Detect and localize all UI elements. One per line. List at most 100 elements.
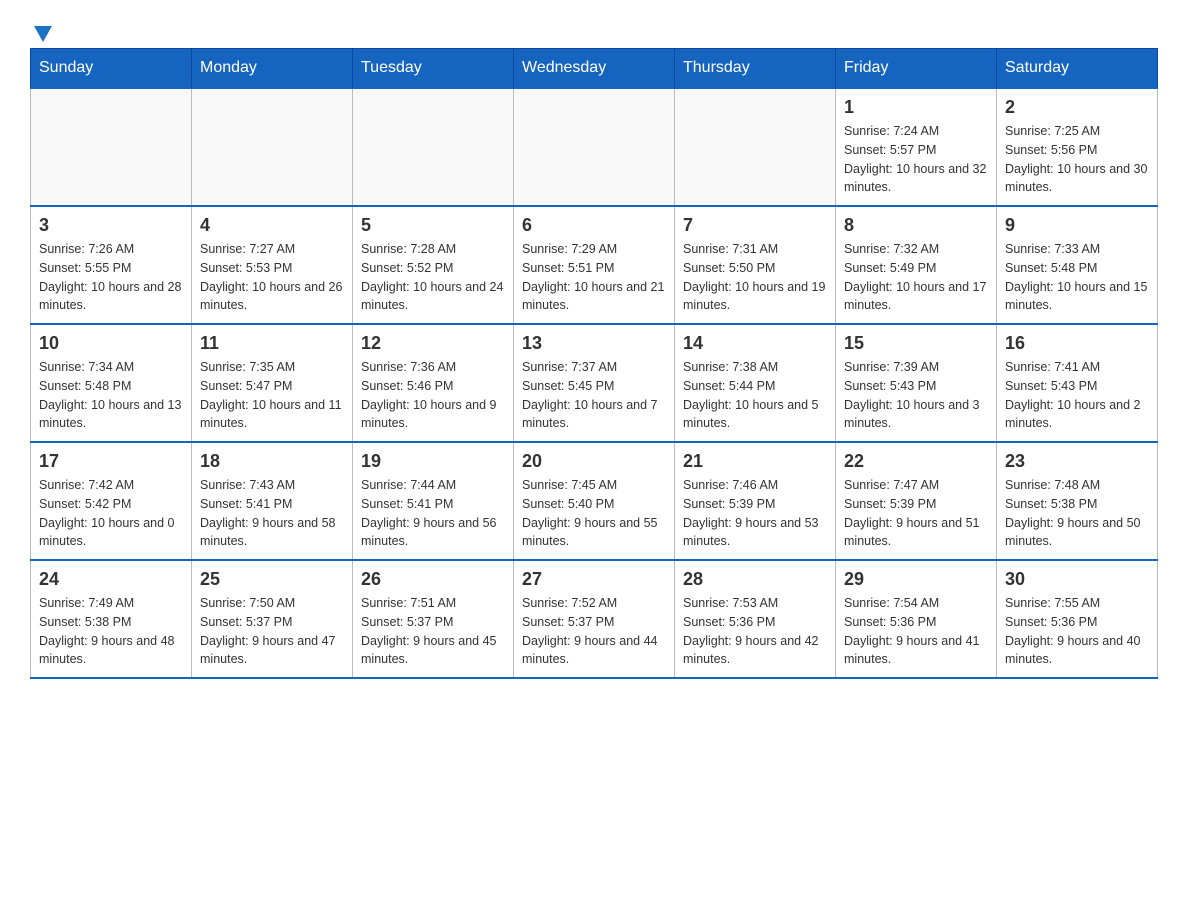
calendar-week-row: 1 Sunrise: 7:24 AM Sunset: 5:57 PM Daylig… [31, 88, 1158, 206]
calendar-cell: 1 Sunrise: 7:24 AM Sunset: 5:57 PM Daylig… [836, 88, 997, 206]
calendar-cell: 22 Sunrise: 7:47 AM Sunset: 5:39 PM Dayli… [836, 442, 997, 560]
calendar-cell: 19 Sunrise: 7:44 AM Sunset: 5:41 PM Dayli… [353, 442, 514, 560]
day-info: Sunrise: 7:45 AM Sunset: 5:40 PM Dayligh… [522, 476, 666, 551]
day-number: 30 [1005, 569, 1149, 590]
day-info: Sunrise: 7:41 AM Sunset: 5:43 PM Dayligh… [1005, 358, 1149, 433]
calendar-cell: 9 Sunrise: 7:33 AM Sunset: 5:48 PM Daylig… [997, 206, 1158, 324]
calendar-cell [514, 88, 675, 206]
day-info: Sunrise: 7:47 AM Sunset: 5:39 PM Dayligh… [844, 476, 988, 551]
page-header [30, 20, 1158, 38]
day-number: 8 [844, 215, 988, 236]
day-number: 14 [683, 333, 827, 354]
day-number: 2 [1005, 97, 1149, 118]
calendar-cell: 4 Sunrise: 7:27 AM Sunset: 5:53 PM Daylig… [192, 206, 353, 324]
calendar-cell: 8Sunrise: 7:32 AM Sunset: 5:49 PM Daylig… [836, 206, 997, 324]
day-number: 16 [1005, 333, 1149, 354]
day-info: Sunrise: 7:48 AM Sunset: 5:38 PM Dayligh… [1005, 476, 1149, 551]
day-number: 22 [844, 451, 988, 472]
calendar-header-row: SundayMondayTuesdayWednesdayThursdayFrid… [31, 49, 1158, 89]
day-info: Sunrise: 7:37 AM Sunset: 5:45 PM Dayligh… [522, 358, 666, 433]
calendar-cell: 13 Sunrise: 7:37 AM Sunset: 5:45 PM Dayli… [514, 324, 675, 442]
calendar-header-thursday: Thursday [675, 49, 836, 89]
logo-triangle-icon [32, 22, 54, 44]
calendar-table: SundayMondayTuesdayWednesdayThursdayFrid… [30, 48, 1158, 679]
day-number: 10 [39, 333, 183, 354]
calendar-cell [31, 88, 192, 206]
calendar-cell: 23 Sunrise: 7:48 AM Sunset: 5:38 PM Dayli… [997, 442, 1158, 560]
calendar-week-row: 3 Sunrise: 7:26 AM Sunset: 5:55 PM Daylig… [31, 206, 1158, 324]
calendar-week-row: 17 Sunrise: 7:42 AM Sunset: 5:42 PM Dayli… [31, 442, 1158, 560]
day-number: 3 [39, 215, 183, 236]
day-number: 24 [39, 569, 183, 590]
calendar-cell [675, 88, 836, 206]
day-number: 21 [683, 451, 827, 472]
day-info: Sunrise: 7:38 AM Sunset: 5:44 PM Dayligh… [683, 358, 827, 433]
day-number: 11 [200, 333, 344, 354]
day-number: 6 [522, 215, 666, 236]
day-info: Sunrise: 7:42 AM Sunset: 5:42 PM Dayligh… [39, 476, 183, 551]
day-info: Sunrise: 7:51 AM Sunset: 5:37 PM Dayligh… [361, 594, 505, 669]
day-info: Sunrise: 7:26 AM Sunset: 5:55 PM Dayligh… [39, 240, 183, 315]
calendar-cell: 18 Sunrise: 7:43 AM Sunset: 5:41 PM Dayli… [192, 442, 353, 560]
calendar-cell: 27Sunrise: 7:52 AM Sunset: 5:37 PM Dayli… [514, 560, 675, 678]
calendar-cell: 29Sunrise: 7:54 AM Sunset: 5:36 PM Dayli… [836, 560, 997, 678]
calendar-cell: 21 Sunrise: 7:46 AM Sunset: 5:39 PM Dayli… [675, 442, 836, 560]
day-info: Sunrise: 7:31 AM Sunset: 5:50 PM Dayligh… [683, 240, 827, 315]
day-number: 18 [200, 451, 344, 472]
day-number: 26 [361, 569, 505, 590]
day-info: Sunrise: 7:25 AM Sunset: 5:56 PM Dayligh… [1005, 122, 1149, 197]
calendar-header-sunday: Sunday [31, 49, 192, 89]
calendar-cell: 15 Sunrise: 7:39 AM Sunset: 5:43 PM Dayli… [836, 324, 997, 442]
day-info: Sunrise: 7:54 AM Sunset: 5:36 PM Dayligh… [844, 594, 988, 669]
day-number: 17 [39, 451, 183, 472]
day-number: 1 [844, 97, 988, 118]
calendar-header-friday: Friday [836, 49, 997, 89]
calendar-cell: 7 Sunrise: 7:31 AM Sunset: 5:50 PM Daylig… [675, 206, 836, 324]
calendar-cell: 25 Sunrise: 7:50 AM Sunset: 5:37 PM Dayli… [192, 560, 353, 678]
day-info: Sunrise: 7:24 AM Sunset: 5:57 PM Dayligh… [844, 122, 988, 197]
calendar-header-monday: Monday [192, 49, 353, 89]
day-number: 19 [361, 451, 505, 472]
calendar-cell: 12 Sunrise: 7:36 AM Sunset: 5:46 PM Dayli… [353, 324, 514, 442]
calendar-cell: 17 Sunrise: 7:42 AM Sunset: 5:42 PM Dayli… [31, 442, 192, 560]
calendar-week-row: 10Sunrise: 7:34 AM Sunset: 5:48 PM Dayli… [31, 324, 1158, 442]
calendar-cell: 11 Sunrise: 7:35 AM Sunset: 5:47 PM Dayli… [192, 324, 353, 442]
day-number: 4 [200, 215, 344, 236]
day-info: Sunrise: 7:46 AM Sunset: 5:39 PM Dayligh… [683, 476, 827, 551]
day-info: Sunrise: 7:29 AM Sunset: 5:51 PM Dayligh… [522, 240, 666, 315]
calendar-header-tuesday: Tuesday [353, 49, 514, 89]
day-info: Sunrise: 7:36 AM Sunset: 5:46 PM Dayligh… [361, 358, 505, 433]
day-info: Sunrise: 7:35 AM Sunset: 5:47 PM Dayligh… [200, 358, 344, 433]
day-info: Sunrise: 7:43 AM Sunset: 5:41 PM Dayligh… [200, 476, 344, 551]
calendar-cell: 3 Sunrise: 7:26 AM Sunset: 5:55 PM Daylig… [31, 206, 192, 324]
day-info: Sunrise: 7:50 AM Sunset: 5:37 PM Dayligh… [200, 594, 344, 669]
calendar-cell: 30Sunrise: 7:55 AM Sunset: 5:36 PM Dayli… [997, 560, 1158, 678]
day-info: Sunrise: 7:28 AM Sunset: 5:52 PM Dayligh… [361, 240, 505, 315]
day-number: 13 [522, 333, 666, 354]
calendar-header-saturday: Saturday [997, 49, 1158, 89]
day-number: 20 [522, 451, 666, 472]
day-number: 28 [683, 569, 827, 590]
calendar-cell: 20 Sunrise: 7:45 AM Sunset: 5:40 PM Dayli… [514, 442, 675, 560]
calendar-cell: 28Sunrise: 7:53 AM Sunset: 5:36 PM Dayli… [675, 560, 836, 678]
day-info: Sunrise: 7:33 AM Sunset: 5:48 PM Dayligh… [1005, 240, 1149, 315]
logo [30, 20, 54, 38]
calendar-cell: 2 Sunrise: 7:25 AM Sunset: 5:56 PM Daylig… [997, 88, 1158, 206]
day-number: 23 [1005, 451, 1149, 472]
day-number: 5 [361, 215, 505, 236]
day-info: Sunrise: 7:27 AM Sunset: 5:53 PM Dayligh… [200, 240, 344, 315]
day-number: 7 [683, 215, 827, 236]
calendar-cell [192, 88, 353, 206]
calendar-cell: 16 Sunrise: 7:41 AM Sunset: 5:43 PM Dayli… [997, 324, 1158, 442]
day-number: 9 [1005, 215, 1149, 236]
calendar-cell: 14 Sunrise: 7:38 AM Sunset: 5:44 PM Dayli… [675, 324, 836, 442]
day-info: Sunrise: 7:44 AM Sunset: 5:41 PM Dayligh… [361, 476, 505, 551]
day-info: Sunrise: 7:39 AM Sunset: 5:43 PM Dayligh… [844, 358, 988, 433]
day-number: 12 [361, 333, 505, 354]
calendar-cell [353, 88, 514, 206]
calendar-cell: 6 Sunrise: 7:29 AM Sunset: 5:51 PM Daylig… [514, 206, 675, 324]
day-number: 25 [200, 569, 344, 590]
day-number: 15 [844, 333, 988, 354]
calendar-cell: 10Sunrise: 7:34 AM Sunset: 5:48 PM Dayli… [31, 324, 192, 442]
day-info: Sunrise: 7:52 AM Sunset: 5:37 PM Dayligh… [522, 594, 666, 669]
